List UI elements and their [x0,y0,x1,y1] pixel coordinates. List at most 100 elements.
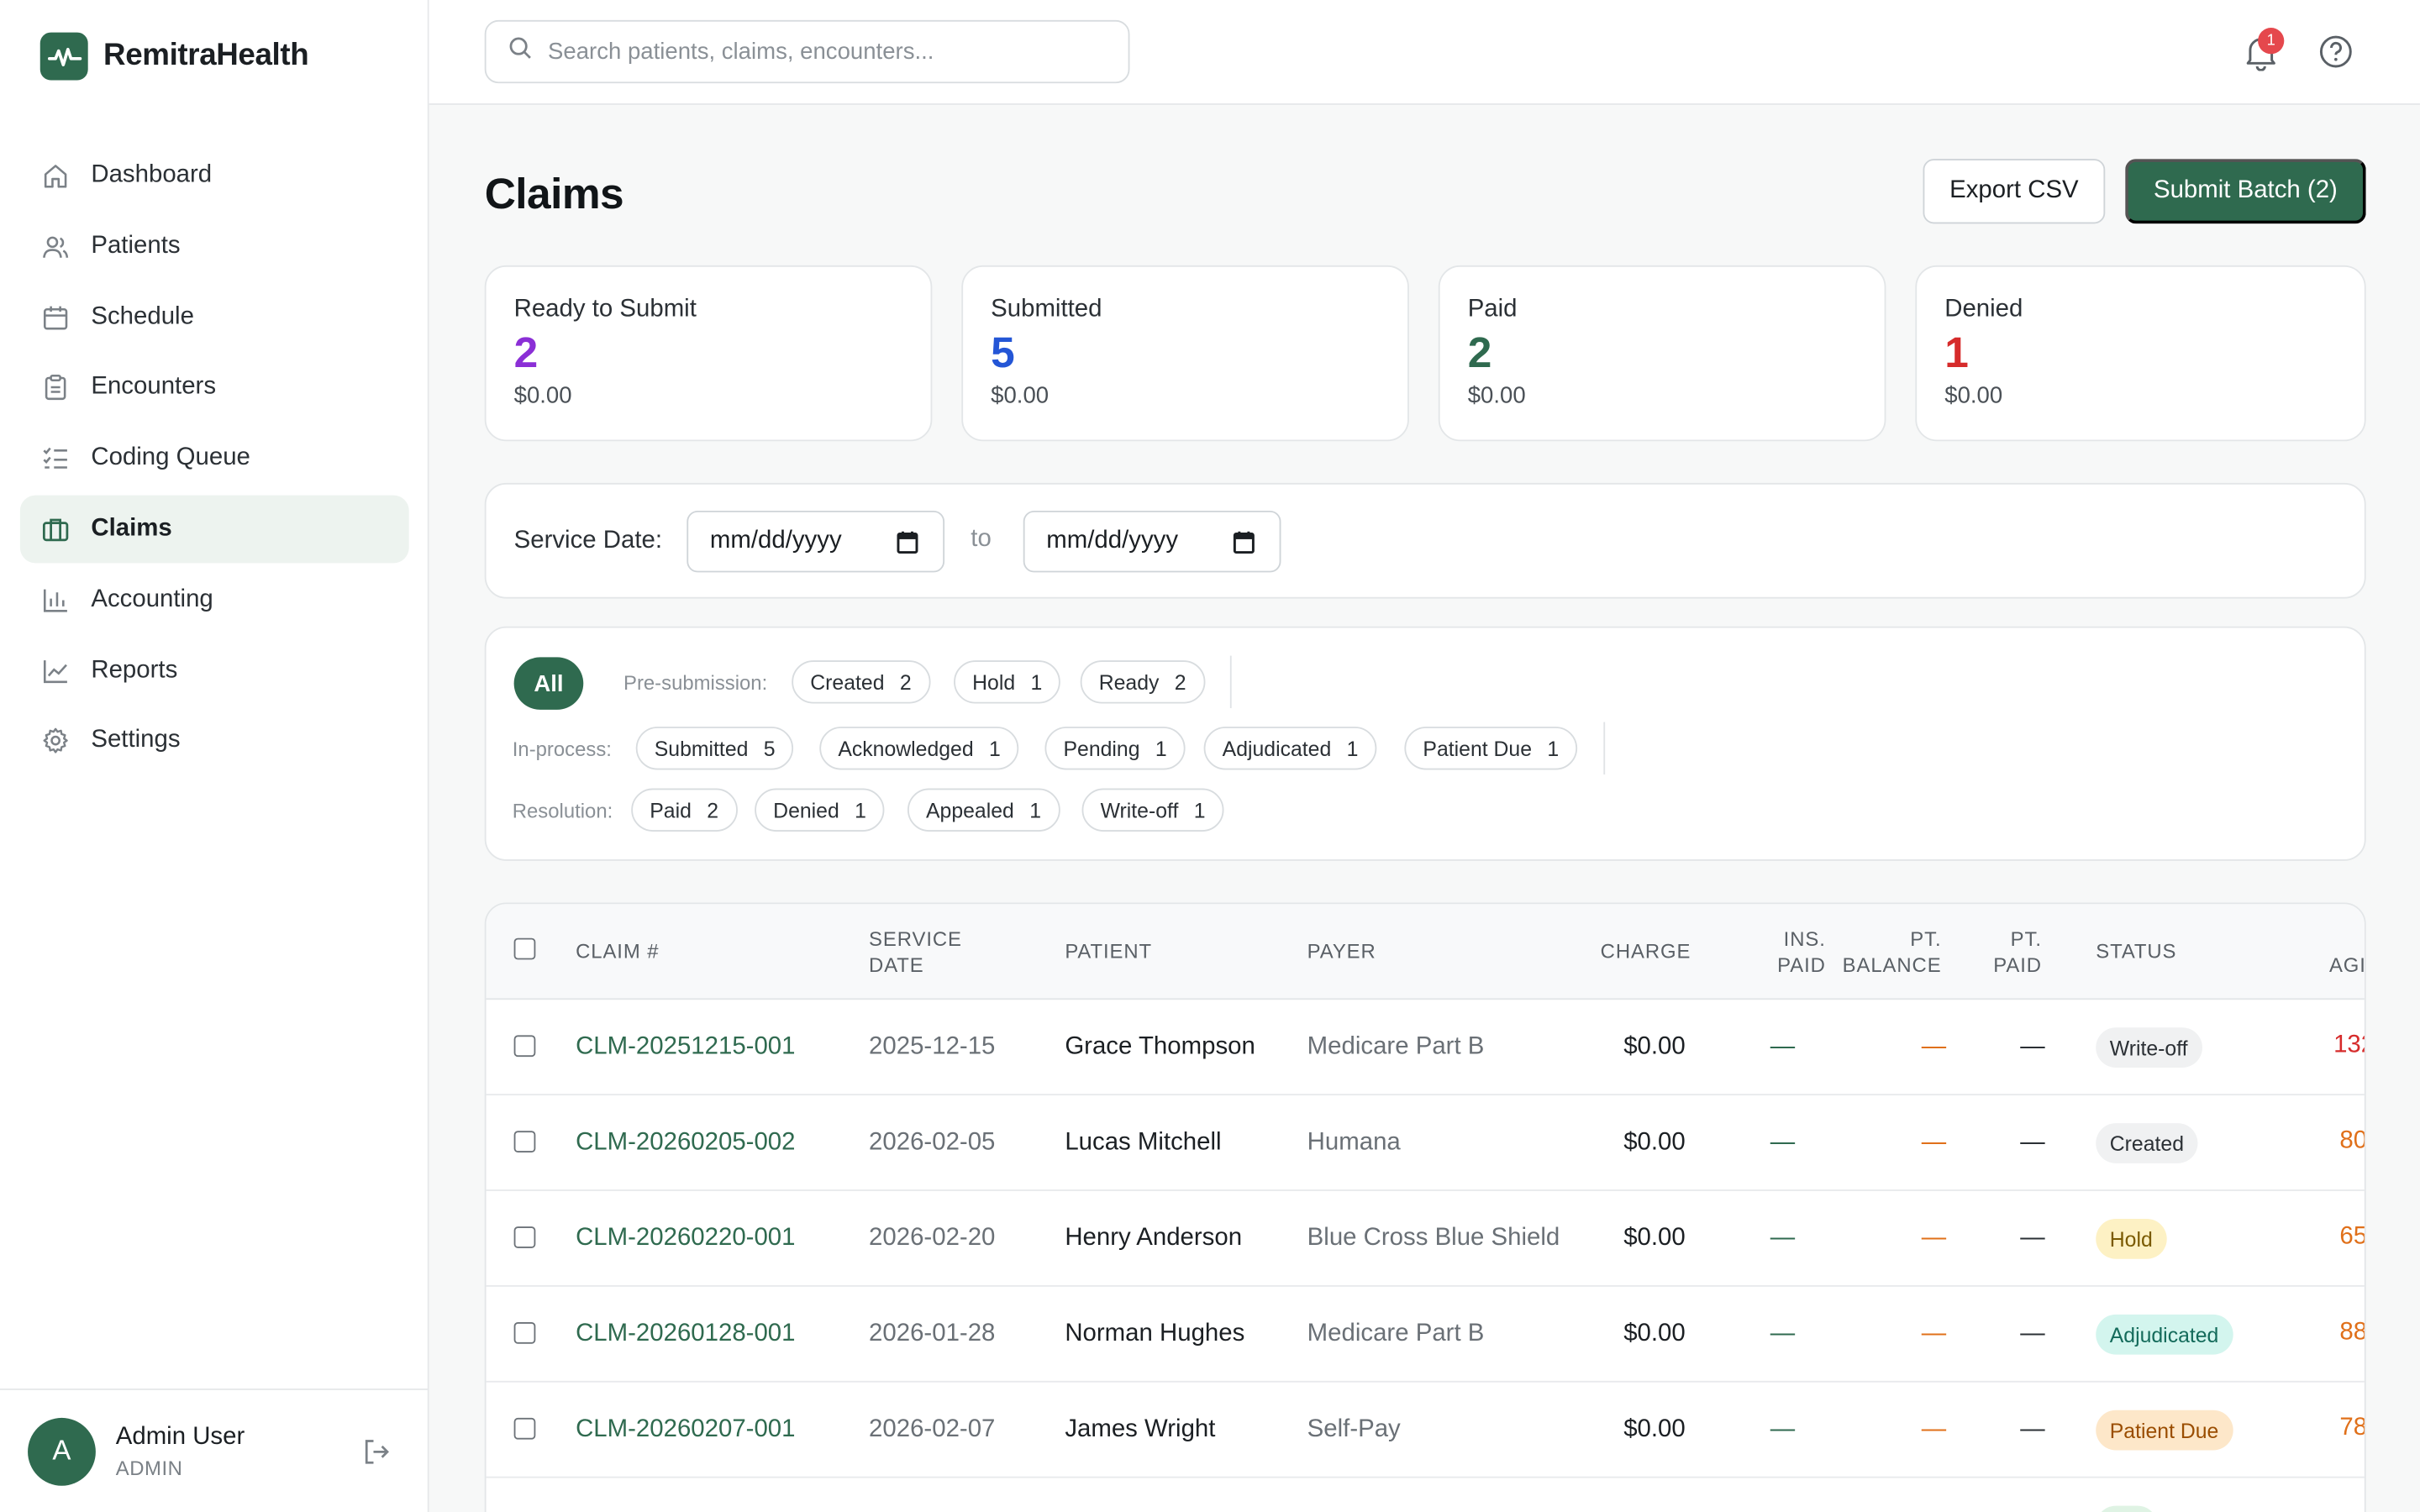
col-label: DATE [869,953,924,977]
col-claim[interactable]: CLAIM # [576,938,659,964]
table-row[interactable]: CLM-20260205-002 2026-02-05 Lucas Mitche… [486,1095,2365,1191]
chip-label: Ready [1098,670,1160,694]
row-checkbox[interactable] [513,1322,536,1344]
stat-card-paid[interactable]: Paid 2 $0.00 [1438,265,1886,442]
charge: $0.00 [1623,1320,1686,1347]
chip-count: 2 [1174,670,1186,694]
filter-chip-hold[interactable]: Hold 1 [954,660,1061,704]
date-from-input[interactable]: mm/dd/yyyy [687,510,945,573]
filter-chip-denied[interactable]: Denied 1 [755,788,885,832]
chip-count: 1 [1029,798,1041,822]
sidebar-item-label: Schedule [91,303,194,330]
stat-card-ready[interactable]: Ready to Submit 2 $0.00 [484,265,933,442]
export-csv-button[interactable]: Export CSV [1923,159,2106,224]
row-checkbox[interactable] [513,1131,536,1153]
patient-name: Lucas Mitchell [1065,1129,1222,1156]
row-checkbox[interactable] [513,1035,536,1058]
search-icon [508,35,532,68]
col-aging[interactable]: AAGIN [2304,926,2365,978]
filter-chip-write-off[interactable]: Write-off 1 [1081,788,1224,832]
charge: $0.00 [1623,1033,1686,1060]
sidebar-item-reports[interactable]: Reports [20,637,409,705]
sidebar-item-coding-queue[interactable]: Coding Queue [20,424,409,492]
chip-count: 1 [1155,737,1167,760]
calendar-icon[interactable] [1233,531,1255,562]
search-box[interactable] [484,19,1130,84]
submit-batch-button[interactable]: Submit Batch (2) [2125,159,2366,224]
sidebar-item-accounting[interactable]: Accounting [20,566,409,634]
col-pt-balance[interactable]: PT. BALANCE [1828,926,1941,978]
aging-days: 78 [2339,1415,2366,1441]
filter-chip-appealed[interactable]: Appealed 1 [907,788,1060,832]
filter-chip-submitted[interactable]: Submitted 5 [635,727,794,770]
chip-label: Appealed [926,798,1014,822]
patient-name: Grace Thompson [1065,1033,1255,1060]
brand-name: RemitraHealth [103,38,309,73]
chip-count: 1 [855,798,866,822]
filter-chip-created[interactable]: Created 2 [792,660,930,704]
col-charge[interactable]: CHARGE [1601,938,1691,964]
col-label: PAID [1777,953,1826,977]
stat-card-submitted[interactable]: Submitted 5 $0.00 [961,265,1409,442]
row-checkbox[interactable] [513,1417,536,1440]
col-pt-paid[interactable]: PT. PAID [1983,926,2042,978]
stat-card-denied[interactable]: Denied 1 $0.00 [1915,265,2366,442]
filter-chip-all[interactable]: All [513,657,584,710]
help-icon[interactable] [2318,34,2354,76]
patient-name: James Wright [1065,1416,1216,1443]
calendar-icon[interactable] [897,531,918,562]
chip-count: 5 [763,737,776,760]
table-row[interactable]: CLM-20260207-001 2026-02-07 James Wright… [486,1383,2366,1478]
chip-label: Denied [773,798,839,822]
sidebar-item-schedule[interactable]: Schedule [20,283,409,351]
chip-count: 1 [1030,670,1043,694]
sidebar-item-patients[interactable]: Patients [20,213,409,281]
stat-count: 1 [1944,328,1969,377]
filter-chip-acknowledged[interactable]: Acknowledged 1 [819,727,1019,770]
topbar: 1 [429,0,2420,105]
table-row[interactable]: CLM-20260220-001 2026-02-20 Henry Anders… [486,1191,2365,1287]
select-all-checkbox[interactable] [513,937,536,960]
service-date: 2025-12-15 [869,1033,996,1060]
filter-chip-pending[interactable]: Pending 1 [1044,727,1186,770]
sidebar-item-encounters[interactable]: Encounters [20,354,409,422]
service-date: 2026-02-20 [869,1225,996,1252]
filter-chip-paid[interactable]: Paid 2 [631,788,738,832]
logout-icon[interactable] [361,1436,392,1475]
chip-label: Adjudicated [1222,737,1332,760]
col-ins-paid[interactable]: INS. PAID [1749,926,1826,978]
user-profile[interactable]: A Admin User ADMIN [0,1389,429,1512]
pt-paid: — [2020,1320,2045,1347]
claim-link[interactable]: CLM-20260220-001 [576,1224,795,1255]
claim-link[interactable]: CLM-20260128-001 [576,1319,795,1350]
row-checkbox[interactable] [513,1226,536,1248]
date-from-placeholder: mm/dd/yyyy [709,528,842,554]
claim-link[interactable]: CLM-20260207-001 [576,1415,795,1446]
sidebar-item-settings[interactable]: Settings [20,707,409,775]
charge: $0.00 [1623,1416,1686,1443]
table-row[interactable]: CLM-20260128-001 2026-01-28 Norman Hughe… [486,1287,2365,1383]
claim-link[interactable]: CLM-20251215-001 [576,1032,795,1063]
col-patient[interactable]: PATIENT [1065,938,1152,964]
filter-chip-patient-due[interactable]: Patient Due 1 [1404,727,1578,770]
chip-count: 1 [1547,737,1560,760]
sidebar-item-dashboard[interactable]: Dashboard [20,142,409,210]
table-row[interactable] [487,1478,2365,1512]
home-icon [42,162,70,190]
sidebar-item-claims[interactable]: Claims [19,495,409,564]
date-to-input[interactable]: mm/dd/yyyy [1023,510,1281,573]
col-status[interactable]: STATUS [2096,938,2176,964]
filter-chip-adjudicated[interactable]: Adjudicated 1 [1203,727,1377,770]
sidebar: RemitraHealth Dashboard Patients Schedul… [0,0,429,1512]
col-service-date[interactable]: SERVICE DATE [869,926,962,978]
col-payer[interactable]: PAYER [1307,938,1376,964]
stat-count: 2 [513,328,539,377]
search-input[interactable] [548,38,1104,66]
table-row[interactable]: CLM-20251215-001 2025-12-15 Grace Thomps… [486,1000,2365,1096]
claim-link[interactable]: CLM-20260205-002 [576,1128,795,1159]
patient-name: Henry Anderson [1065,1225,1243,1252]
filter-chip-ready[interactable]: Ready 2 [1080,660,1205,704]
brand[interactable]: RemitraHealth [39,32,309,81]
ins-paid: — [1770,1033,1796,1060]
pt-paid: — [2020,1416,2045,1443]
